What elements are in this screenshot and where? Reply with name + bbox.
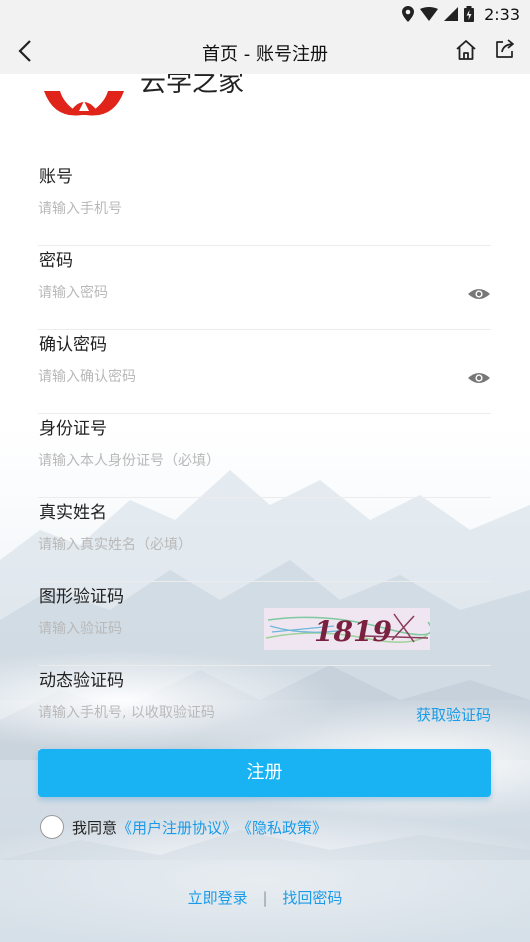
battery-icon	[464, 6, 475, 22]
captcha-field: 图形验证码 1819	[38, 582, 491, 666]
confirm-password-input[interactable]	[38, 364, 438, 390]
agree-prefix: 我同意	[72, 818, 118, 837]
signal-icon	[444, 7, 459, 21]
user-agreement-link[interactable]: 《用户注册协议》	[117, 817, 237, 838]
confirm-password-label: 确认密码	[39, 335, 107, 355]
captcha-text: 1819	[314, 615, 392, 648]
location-icon	[402, 6, 415, 22]
real-name-label: 真实姓名	[39, 503, 107, 523]
captcha-image[interactable]: 1819	[264, 608, 430, 650]
wifi-icon	[420, 7, 439, 21]
nav-bar: 首页 - 账号注册	[0, 28, 530, 74]
status-bar: 2:33	[0, 0, 530, 28]
sms-code-field: 动态验证码 获取验证码	[38, 666, 491, 750]
account-label: 账号	[39, 167, 73, 187]
link-separator: |	[262, 889, 268, 907]
password-input[interactable]	[38, 280, 438, 306]
show-password-eye-icon[interactable]	[467, 286, 491, 302]
home-button[interactable]	[454, 38, 480, 64]
login-link[interactable]: 立即登录	[188, 889, 248, 907]
id-number-field: 身份证号	[38, 414, 491, 498]
password-field: 密码	[38, 246, 491, 330]
brand-name: 云学之家	[140, 74, 245, 98]
captcha-label: 图形验证码	[39, 587, 124, 607]
account-input[interactable]	[38, 196, 438, 222]
privacy-policy-link[interactable]: 《隐私政策》	[237, 817, 327, 838]
share-icon	[496, 39, 514, 58]
get-sms-code-button[interactable]: 获取验证码	[416, 704, 491, 725]
register-button[interactable]: 注册	[38, 749, 491, 797]
bottom-links: 立即登录 | 找回密码	[0, 887, 530, 908]
page-title: 首页 - 账号注册	[202, 44, 328, 65]
brand-logo: 云学之家	[42, 74, 244, 123]
confirm-password-field: 确认密码	[38, 330, 491, 414]
status-time: 2:33	[484, 4, 520, 24]
password-label: 密码	[39, 251, 73, 271]
register-form: 云学之家 账号 密码 确认密码 身份证号 真实姓名 图形验证码 1819	[0, 74, 530, 942]
agree-checkbox[interactable]	[40, 815, 64, 839]
sms-code-input[interactable]	[38, 700, 398, 726]
real-name-input[interactable]	[38, 532, 438, 558]
show-confirm-password-eye-icon[interactable]	[467, 370, 491, 386]
home-icon	[456, 40, 476, 60]
captcha-input[interactable]	[38, 616, 248, 642]
agreement-row: 我同意 《用户注册协议》 《隐私政策》	[40, 815, 327, 839]
account-field: 账号	[38, 162, 491, 246]
id-number-label: 身份证号	[39, 419, 107, 439]
share-button[interactable]	[494, 38, 520, 64]
logo-mark-icon	[44, 91, 124, 116]
sms-code-label: 动态验证码	[39, 671, 124, 691]
id-number-input[interactable]	[38, 448, 438, 474]
real-name-field: 真实姓名	[38, 498, 491, 582]
recover-password-link[interactable]: 找回密码	[282, 889, 342, 907]
